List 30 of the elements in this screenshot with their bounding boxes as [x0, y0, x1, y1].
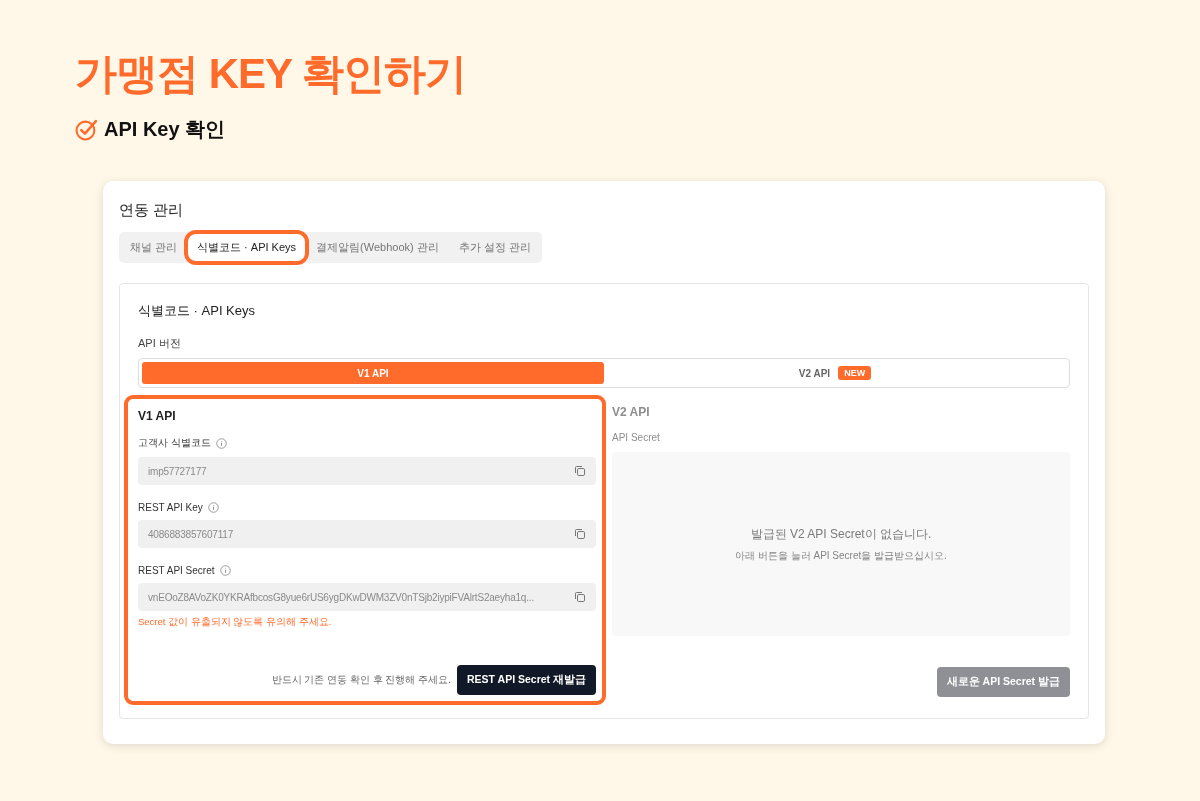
tab[interactable]: 채널 관리	[121, 234, 187, 261]
info-icon[interactable]	[207, 502, 219, 513]
panel-title: 식별코드 · API Keys	[138, 302, 257, 320]
tab[interactable]: 결제알림(Webhook) 관리	[307, 234, 448, 261]
new-badge: NEW	[838, 366, 872, 380]
section-heading: V1 API	[138, 409, 177, 423]
reissue-button[interactable]: REST API Secret 재발급	[457, 665, 596, 695]
field-label: API 버전	[138, 336, 182, 351]
copy-icon[interactable]	[574, 465, 586, 477]
warning-text: Secret 값이 유출되지 않도록 유의해 주세요.	[138, 616, 333, 629]
section-heading: V2 API	[612, 405, 651, 419]
empty-hint: 아래 버튼을 눌러 API Secret을 발급받으십시오.	[735, 548, 947, 563]
field-label: REST API Secret	[138, 565, 215, 576]
copy-icon[interactable]	[574, 591, 586, 603]
info-icon[interactable]	[219, 565, 231, 576]
note-text: 반드시 기존 연동 확인 후 진행해 주세요.	[271, 673, 451, 687]
version-option[interactable]: V2 API NEW	[604, 362, 1066, 384]
readonly-field[interactable]: imp57727177	[138, 457, 596, 485]
empty-message: 발급된 V2 API Secret이 없습니다.	[750, 525, 932, 543]
page-title: 가맹점 KEY 확인하기	[75, 49, 467, 99]
copy-icon[interactable]	[574, 528, 586, 540]
field-label: API Secret	[612, 432, 660, 443]
version-option[interactable]: V1 API	[142, 362, 604, 384]
step-label: API Key 확인	[104, 117, 226, 142]
tab[interactable]: 추가 설정 관리	[449, 234, 540, 261]
field-label: 고객사 식별코드	[138, 436, 211, 450]
readonly-field[interactable]: 4086883857607117	[138, 520, 596, 548]
section-title: 연동 관리	[119, 201, 185, 220]
field-label: REST API Key	[138, 502, 203, 513]
readonly-field[interactable]: vnEOoZ8AVoZK0YKRAfbcosG8yue6rUS6ygDKwDWM3ZV0nTSjb2iypiFVAlrtS2aeyha1q...	[138, 583, 596, 611]
